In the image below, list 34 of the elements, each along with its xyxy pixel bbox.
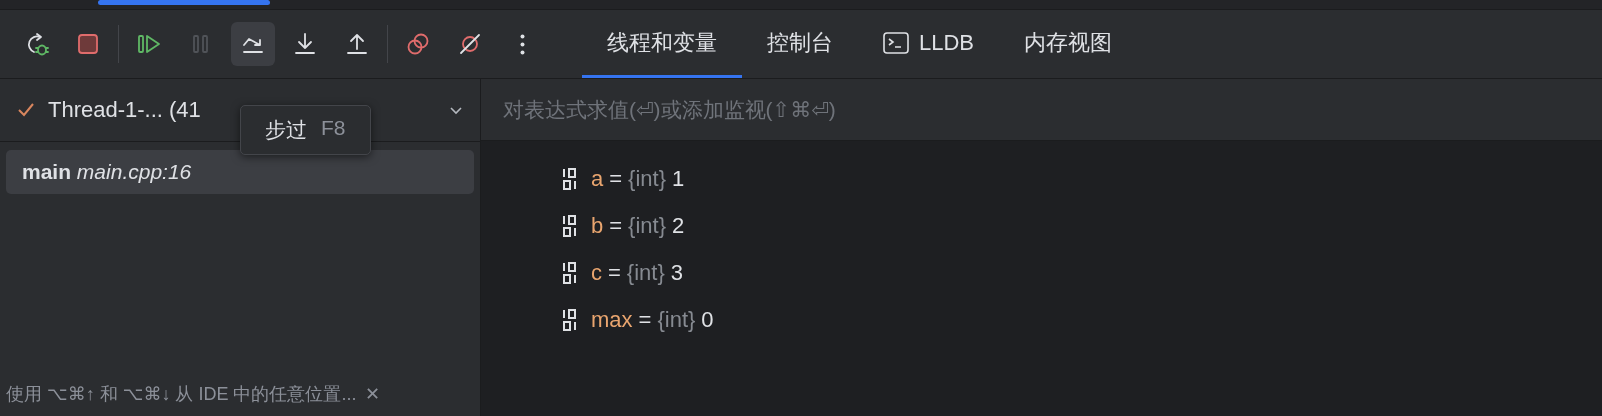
tooltip-label: 步过: [265, 117, 307, 143]
evaluate-field[interactable]: 对表达式求值(⏎)或添加监视(⇧⌘⏎): [481, 79, 1602, 141]
variable-name: c: [591, 259, 602, 286]
terminal-icon: [883, 31, 909, 54]
stack-frame[interactable]: main main.cpp:16: [6, 150, 474, 194]
crossed-circle-icon: [457, 31, 483, 57]
variable-value: 0: [701, 306, 714, 333]
variable-type: {int}: [626, 259, 665, 286]
panel-tab[interactable]: 内存视图: [999, 10, 1138, 78]
hint-text: 使用 ⌥⌘↑ 和 ⌥⌘↓ 从 IDE 中的任意位置...: [6, 383, 357, 406]
variable-value: 1: [672, 165, 685, 192]
equals-sign: =: [608, 259, 621, 286]
overlapping-circles-icon: [405, 31, 431, 57]
variable-name: b: [591, 212, 604, 239]
panel-tab[interactable]: LLDB: [858, 10, 1000, 78]
equals-sign: =: [638, 306, 652, 333]
variable-value: 2: [672, 212, 685, 239]
more-icon: [519, 33, 525, 55]
arrow-up-icon: [344, 31, 370, 57]
equals-sign: =: [609, 165, 623, 192]
close-button[interactable]: ✕: [364, 383, 380, 405]
variable-type: {int}: [628, 165, 667, 192]
thread-label: Thread-1-... (41: [48, 97, 201, 123]
stop-icon: [75, 31, 101, 57]
step-over-button[interactable]: [231, 22, 275, 66]
arrow-down-icon: [292, 31, 318, 57]
variable-value: 3: [670, 259, 684, 286]
variable-type: {int}: [657, 306, 696, 333]
panel-tab[interactable]: 控制台: [742, 10, 858, 78]
variable-name: max: [591, 306, 633, 333]
shortcut-label: F8: [321, 116, 346, 141]
variable-type: {int}: [628, 212, 667, 239]
equals-sign: =: [609, 212, 623, 239]
variable-name: a: [591, 165, 604, 192]
